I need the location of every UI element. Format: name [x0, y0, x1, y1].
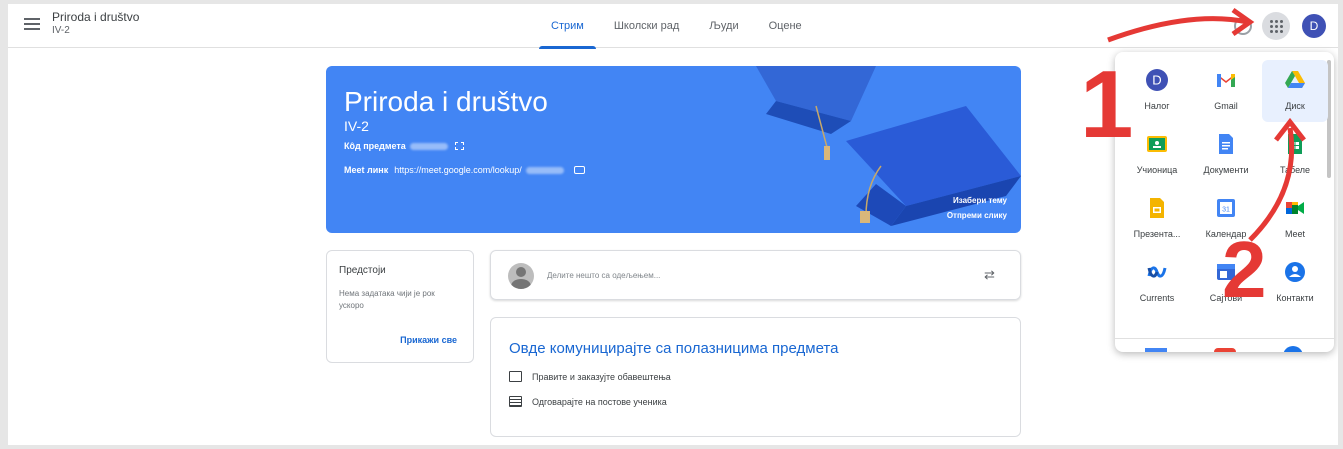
class-section: IV-2 — [52, 25, 70, 36]
sites-icon — [1217, 264, 1235, 280]
class-code-value-redacted — [409, 142, 448, 150]
tab-classwork[interactable]: Школски рад — [599, 4, 694, 48]
view-all-link[interactable]: Прикажи све — [400, 335, 457, 345]
app-label: Презента... — [1133, 229, 1181, 239]
class-code-label: Кôд предмета — [344, 141, 406, 151]
app-label: Meet — [1284, 229, 1305, 239]
classroom-icon — [1147, 136, 1167, 152]
app-label: Currents — [1139, 293, 1175, 303]
upcoming-title: Предстоји — [339, 265, 386, 276]
slides-icon — [1150, 198, 1164, 218]
top-bar: Priroda i društvo IV-2 Стрим Школски рад… — [8, 4, 1338, 49]
class-tabs: Стрим Школски рад Људи Оцене — [536, 4, 817, 49]
app-classroom[interactable]: Учионица — [1124, 124, 1190, 186]
classroom-app: Priroda i društvo IV-2 Стрим Школски рад… — [8, 4, 1338, 445]
tab-stream[interactable]: Стрим — [536, 4, 599, 49]
main-menu-icon[interactable] — [24, 18, 40, 32]
repost-icon[interactable]: ⇄ — [984, 268, 996, 282]
upload-photo-link[interactable]: Отпреми слику — [947, 211, 1007, 220]
meet-link-row: Meet линк https://meet.google.com/lookup… — [344, 165, 585, 175]
app-label: Табеле — [1279, 165, 1311, 175]
app-label: Учионица — [1136, 165, 1178, 175]
meet-link-url[interactable]: https://meet.google.com/lookup/ — [394, 165, 522, 175]
app-contacts[interactable]: Контакти — [1262, 252, 1328, 314]
app-sites[interactable]: Сајтови — [1193, 252, 1259, 314]
app-label: Диск — [1285, 101, 1305, 111]
upcoming-empty-text: Нема задатака чији је рок ускоро — [339, 289, 435, 310]
user-avatar — [508, 263, 534, 289]
app-label: Сајтови — [1209, 293, 1243, 303]
sheets-icon — [1288, 134, 1302, 154]
google-apps-menu: D Налог Gmail Диск Учионица Документи Та… — [1115, 52, 1334, 352]
app-calendar[interactable]: 31 Календар — [1193, 188, 1259, 250]
apps-divider — [1115, 338, 1334, 339]
app-slides[interactable]: Презента... — [1124, 188, 1190, 250]
app-label: Gmail — [1214, 101, 1238, 111]
drive-icon — [1285, 71, 1305, 88]
app-sheets[interactable]: Табеле — [1262, 124, 1328, 186]
tab-people[interactable]: Људи — [694, 4, 753, 48]
contacts-icon — [1285, 262, 1305, 282]
upcoming-card: Предстоји Нема задатака чији је рок уско… — [326, 250, 474, 363]
calendar-icon: 31 — [1217, 199, 1235, 217]
communicate-item-label: Правите и заказујте обавештења — [532, 371, 671, 382]
currents-icon — [1147, 266, 1167, 278]
announcement-box[interactable]: Делите нешто са одељењем... ⇄ — [490, 250, 1021, 300]
app-label: Календар — [1205, 229, 1247, 239]
video-camera-icon[interactable] — [573, 166, 585, 174]
settings-icon[interactable] — [1234, 17, 1252, 35]
app-label: Документи — [1203, 165, 1249, 175]
reply-icon — [509, 396, 522, 407]
communicate-item: Правите и заказујте обавештења — [509, 371, 1002, 382]
graduation-caps-illustration — [756, 66, 1021, 226]
partial-app-icon[interactable] — [1145, 348, 1167, 352]
partial-app-icon[interactable] — [1214, 348, 1236, 352]
meet-icon — [1286, 202, 1304, 214]
svg-text:31: 31 — [1222, 207, 1230, 214]
app-docs[interactable]: Документи — [1193, 124, 1259, 186]
app-account[interactable]: D Налог — [1124, 60, 1190, 122]
announcement-icon — [509, 371, 522, 382]
google-apps-button[interactable] — [1262, 12, 1290, 40]
banner-section: IV-2 — [344, 118, 369, 134]
meet-link-code-redacted — [525, 166, 564, 174]
fullscreen-icon[interactable] — [454, 142, 464, 150]
partial-app-icon[interactable] — [1283, 346, 1303, 352]
communicate-card: Овде комуницирајте са полазницима предме… — [490, 317, 1021, 437]
communicate-item-label: Одговарајте на постове ученика — [532, 396, 667, 407]
communicate-title: Овде комуницирајте са полазницима предме… — [509, 340, 839, 357]
tab-grades[interactable]: Оцене — [754, 4, 817, 48]
app-meet[interactable]: Meet — [1262, 188, 1328, 250]
banner-title: Priroda i društvo — [344, 86, 548, 117]
communicate-item: Одговарајте на постове ученика — [509, 396, 1002, 407]
announcement-placeholder[interactable]: Делите нешто са одељењем... — [547, 271, 660, 280]
app-currents[interactable]: Currents — [1124, 252, 1190, 314]
class-name[interactable]: Priroda i društvo — [52, 10, 139, 24]
gmail-icon — [1217, 74, 1235, 87]
svg-text:D: D — [1152, 73, 1161, 88]
account-avatar[interactable]: D — [1302, 14, 1326, 38]
class-banner: Priroda i društvo IV-2 Кôд предмета Meet… — [326, 66, 1021, 233]
app-drive[interactable]: Диск — [1262, 60, 1328, 122]
meet-link-label: Meet линк — [344, 165, 389, 175]
account-icon: D — [1146, 69, 1168, 91]
app-label: Контакти — [1276, 293, 1314, 303]
select-theme-link[interactable]: Изабери тему — [953, 196, 1007, 205]
app-gmail[interactable]: Gmail — [1193, 60, 1259, 122]
docs-icon — [1219, 134, 1233, 154]
app-label: Налог — [1144, 101, 1170, 111]
class-code-row: Кôд предмета — [344, 141, 464, 151]
